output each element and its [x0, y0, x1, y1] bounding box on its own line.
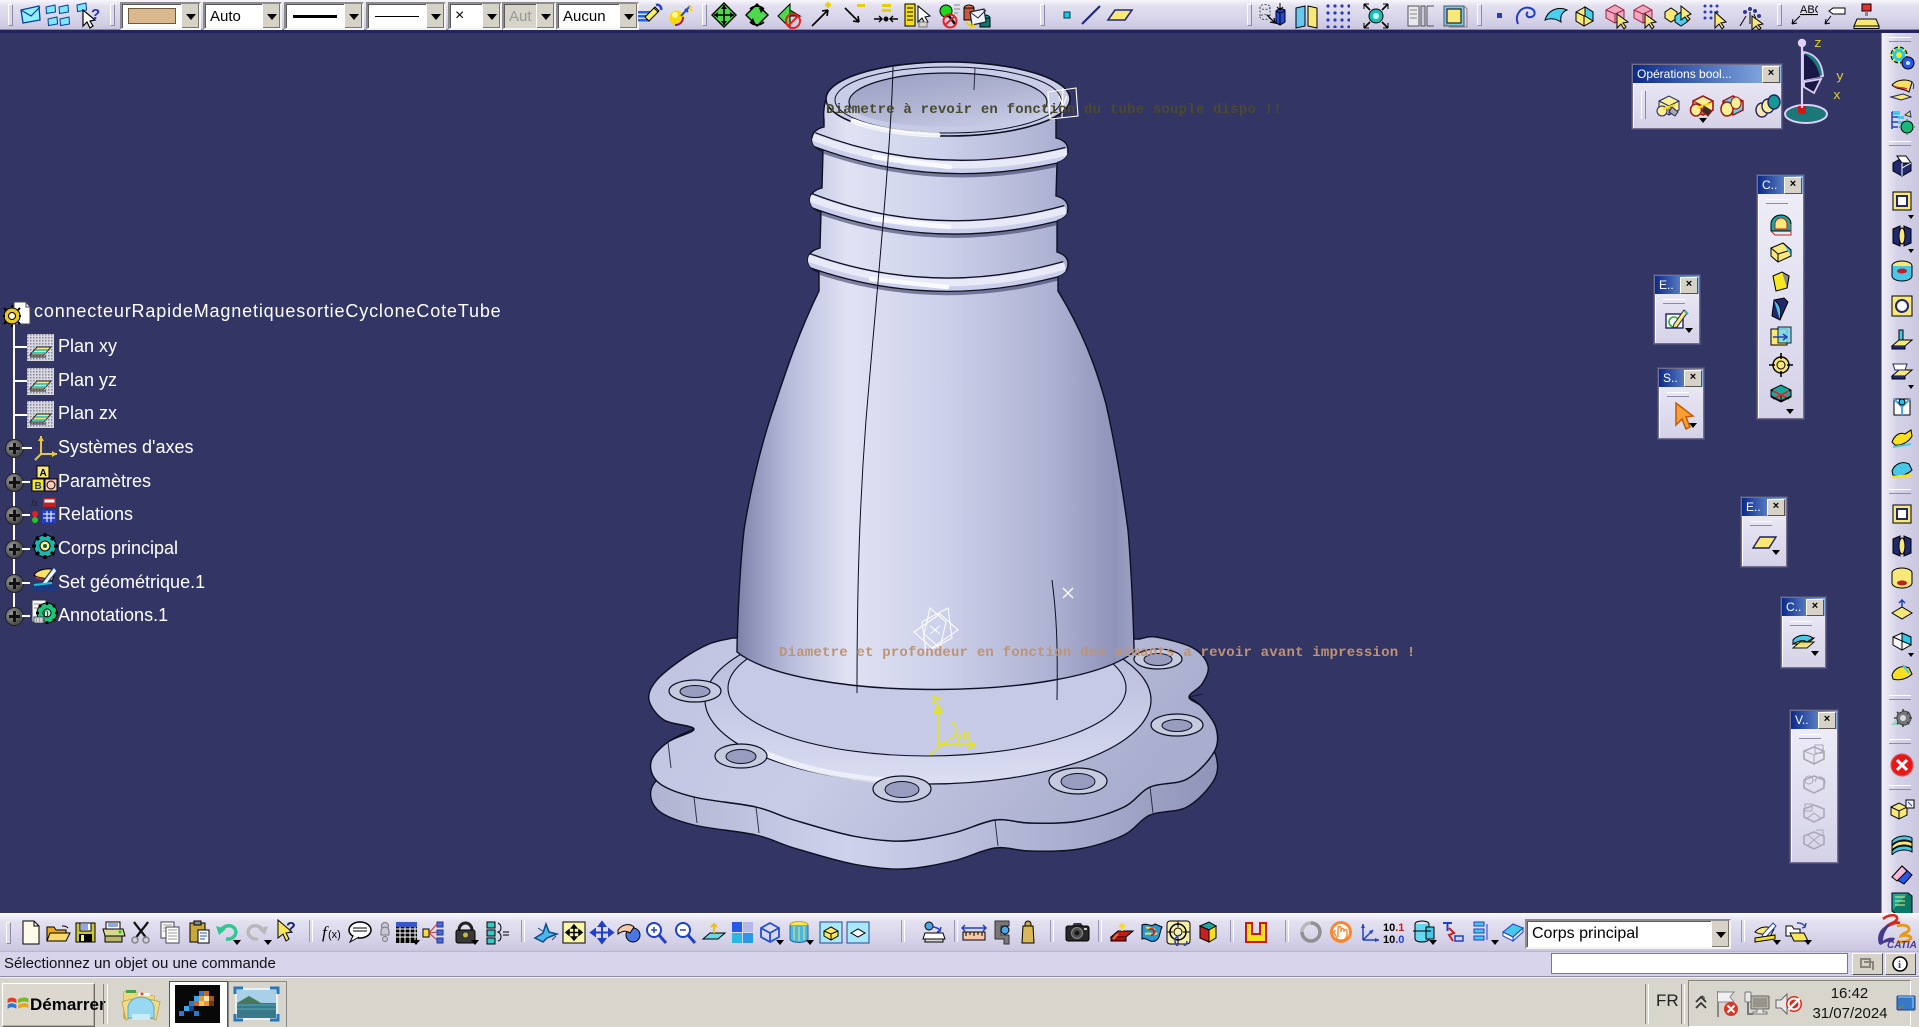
- svg-text:yH: yH: [955, 729, 971, 744]
- svg-text:?: ?: [91, 6, 100, 23]
- svg-text:10.0: 10.0: [1383, 934, 1404, 945]
- svg-text:CATIA: CATIA: [1887, 940, 1917, 950]
- svg-text:z: z: [1814, 36, 1822, 51]
- svg-text:i: i: [1898, 959, 1901, 971]
- svg-text:fx: fx: [31, 498, 39, 508]
- svg-text:A: A: [40, 468, 47, 479]
- svg-text:?: ?: [286, 920, 296, 937]
- svg-text:B: B: [35, 481, 42, 492]
- svg-text:ABC: ABC: [1800, 4, 1818, 16]
- svg-text:(x): (x): [328, 929, 341, 941]
- svg-text:z: z: [931, 693, 938, 707]
- svg-text:y: y: [1836, 69, 1844, 84]
- svg-text:x: x: [1833, 88, 1841, 103]
- svg-text:10.1: 10.1: [1383, 922, 1404, 934]
